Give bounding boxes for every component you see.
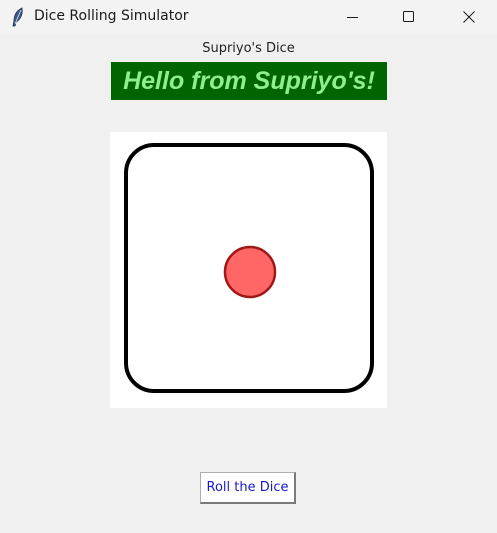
- roll-dice-button[interactable]: Roll the Dice: [200, 472, 296, 504]
- window-title: Dice Rolling Simulator: [34, 8, 189, 24]
- close-button[interactable]: [446, 0, 492, 34]
- dice-face-one: [124, 143, 374, 393]
- dice-pip: [223, 245, 277, 299]
- greeting-banner: Hello from Supriyo's!: [111, 62, 387, 100]
- dice-canvas: [110, 132, 387, 408]
- minimize-button[interactable]: [330, 0, 376, 34]
- app-window: Dice Rolling Simulator Supriyo's Dice He…: [0, 0, 497, 533]
- maximize-button[interactable]: [386, 0, 432, 34]
- feather-icon: [10, 7, 26, 27]
- title-bar[interactable]: Dice Rolling Simulator: [0, 0, 497, 34]
- app-subtitle: Supriyo's Dice: [202, 41, 295, 56]
- minimize-icon: [347, 17, 358, 18]
- maximize-icon: [403, 11, 414, 22]
- close-icon: [463, 11, 475, 23]
